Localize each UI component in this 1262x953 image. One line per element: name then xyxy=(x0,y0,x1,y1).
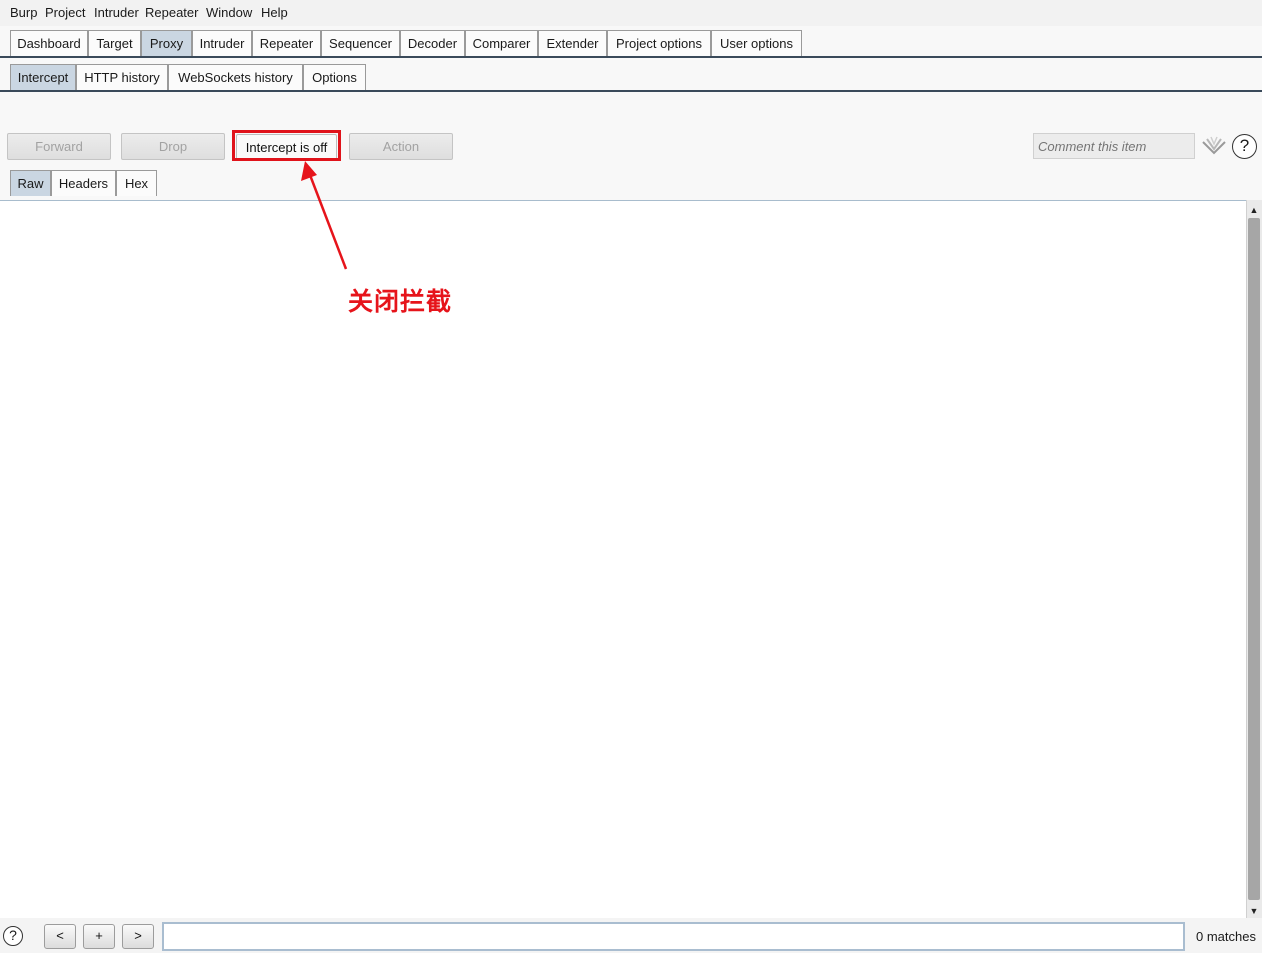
search-input[interactable] xyxy=(162,922,1185,951)
menu-help[interactable]: Help xyxy=(261,5,288,20)
tab-extender[interactable]: Extender xyxy=(538,30,607,56)
tab-sequencer[interactable]: Sequencer xyxy=(321,30,400,56)
comment-field[interactable] xyxy=(1033,133,1195,159)
menu-burp[interactable]: Burp xyxy=(10,5,37,20)
tab-options[interactable]: Options xyxy=(303,64,366,90)
annotation-arrow-icon xyxy=(301,161,348,270)
tab-hex[interactable]: Hex xyxy=(116,170,157,196)
menu-intruder[interactable]: Intruder xyxy=(94,5,139,20)
help-icon-bottom[interactable]: ? xyxy=(3,926,23,946)
tab-user-options[interactable]: User options xyxy=(711,30,802,56)
tab-headers[interactable]: Headers xyxy=(51,170,116,196)
scroll-thumb[interactable] xyxy=(1248,218,1260,900)
tab-comparer[interactable]: Comparer xyxy=(465,30,538,56)
annotation-label: 关闭拦截 xyxy=(348,287,453,316)
proxy-tab-bar: Intercept HTTP history WebSockets histor… xyxy=(0,64,1262,92)
tab-websockets-history[interactable]: WebSockets history xyxy=(168,64,303,90)
forward-button[interactable]: Forward xyxy=(7,133,111,160)
match-count: 0 matches xyxy=(1196,929,1256,944)
main-tab-rule xyxy=(0,56,1262,58)
view-tab-bar: Raw Headers Hex xyxy=(0,170,1262,198)
previous-match-button[interactable]: < xyxy=(44,924,76,949)
tab-target[interactable]: Target xyxy=(88,30,141,56)
menu-project[interactable]: Project xyxy=(45,5,85,20)
drop-button[interactable]: Drop xyxy=(121,133,225,160)
menu-repeater[interactable]: Repeater xyxy=(145,5,198,20)
tab-dashboard[interactable]: Dashboard xyxy=(10,30,88,56)
tab-repeater[interactable]: Repeater xyxy=(252,30,321,56)
tab-decoder[interactable]: Decoder xyxy=(400,30,465,56)
tab-project-options[interactable]: Project options xyxy=(607,30,711,56)
tab-raw[interactable]: Raw xyxy=(10,170,51,196)
tab-intercept[interactable]: Intercept xyxy=(10,64,76,90)
action-button[interactable]: Action xyxy=(349,133,453,160)
add-button[interactable]: + xyxy=(83,924,115,949)
tab-intruder[interactable]: Intruder xyxy=(192,30,252,56)
main-tab-bar: Dashboard Target Proxy Intruder Repeater… xyxy=(0,30,1262,58)
scroll-down-icon[interactable]: ▼ xyxy=(1247,904,1261,918)
next-match-button[interactable]: > xyxy=(122,924,154,949)
menu-window[interactable]: Window xyxy=(206,5,252,20)
message-editor[interactable] xyxy=(0,200,1246,919)
highlight-icon[interactable] xyxy=(1201,136,1227,156)
tab-http-history[interactable]: HTTP history xyxy=(76,64,168,90)
help-icon[interactable]: ? xyxy=(1232,134,1257,159)
proxy-tab-rule xyxy=(0,90,1262,92)
menu-bar: Burp Project Intruder Repeater Window He… xyxy=(0,0,1262,26)
tab-proxy[interactable]: Proxy xyxy=(141,30,192,56)
scroll-up-icon[interactable]: ▲ xyxy=(1247,203,1261,217)
